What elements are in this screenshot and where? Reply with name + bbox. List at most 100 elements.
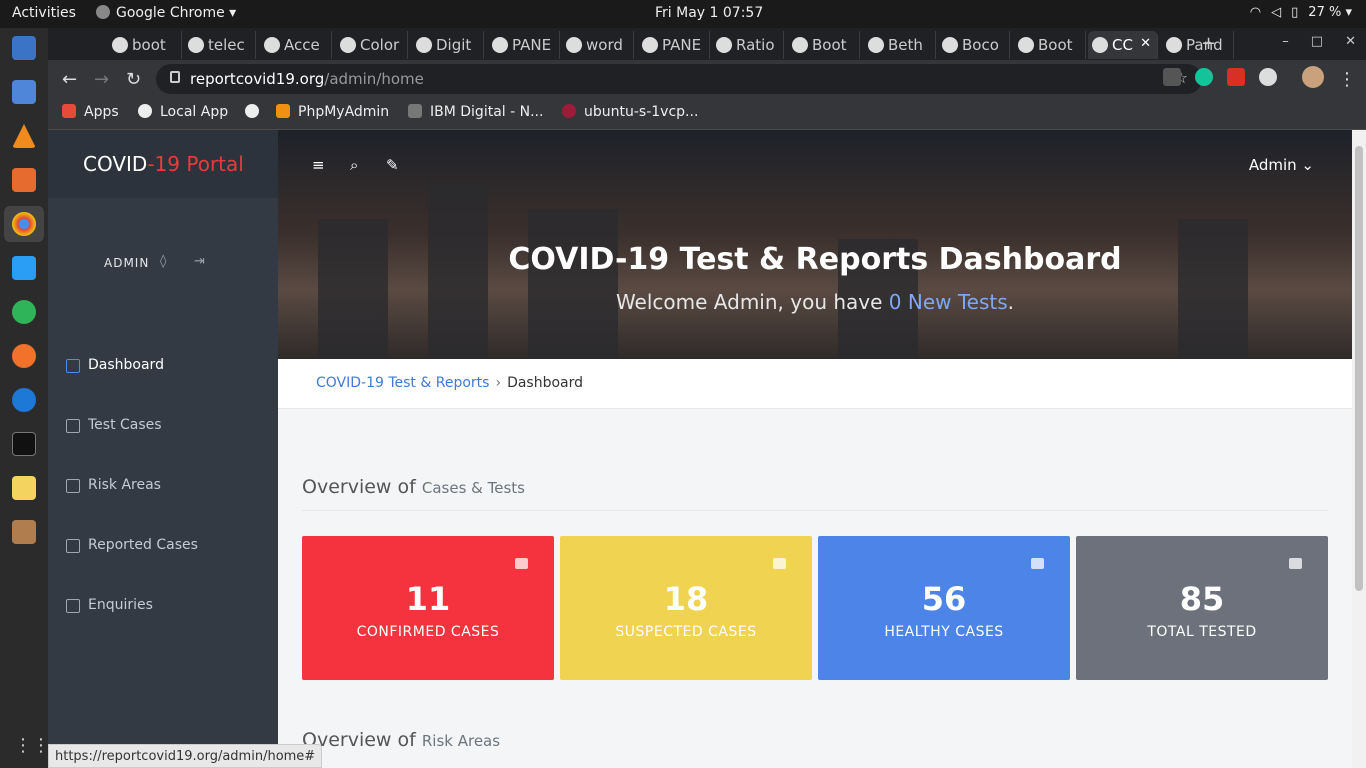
sidebar-item-risk-areas[interactable]: Risk Areas: [48, 455, 278, 515]
menu-item-icon: [66, 419, 80, 433]
clock[interactable]: Fri May 1 07:57: [655, 5, 763, 21]
show-apps-icon[interactable]: ⋮⋮: [14, 735, 50, 756]
battery-level: 27 %: [1308, 5, 1342, 20]
breadcrumb-root-link[interactable]: COVID-19 Test & Reports: [316, 375, 489, 391]
vlc-icon[interactable]: [12, 124, 36, 148]
stat-card-confirmed-cases[interactable]: 11 CONFIRMED CASES: [302, 536, 554, 680]
menu-item-icon: [66, 539, 80, 553]
extension-icon[interactable]: [1259, 68, 1277, 86]
home-icon: [66, 359, 80, 373]
skyline-building: [528, 209, 618, 359]
stat-card-total-tested[interactable]: 85 TOTAL TESTED: [1076, 536, 1328, 680]
new-tab-button[interactable]: +: [1201, 33, 1216, 54]
users-icon: [1289, 558, 1302, 569]
browser-tab[interactable]: word: [562, 31, 634, 59]
stat-value: 56: [921, 580, 967, 618]
files-icon[interactable]: [12, 36, 36, 60]
forward-icon[interactable]: →: [94, 69, 109, 90]
window-controls: – □ ✕: [1260, 34, 1356, 49]
vscode-icon[interactable]: [12, 256, 36, 280]
admin-dropdown[interactable]: Admin ⌄: [1249, 156, 1314, 174]
tab-favicon: [112, 37, 128, 53]
system-tray[interactable]: ◠ ◁ ▯ 27 % ▾: [1240, 5, 1352, 20]
stat-label: TOTAL TESTED: [1147, 624, 1257, 640]
new-tests-link[interactable]: 0 New Tests: [889, 290, 1008, 314]
sidebar-item-dashboard[interactable]: Dashboard: [48, 335, 278, 395]
theme-drop-icon[interactable]: ◊: [160, 254, 167, 269]
browser-tab[interactable]: boot: [108, 31, 182, 59]
globe-icon: [245, 104, 259, 118]
lock-icon: [170, 71, 180, 83]
breadcrumb-current: Dashboard: [507, 375, 584, 391]
sidebar-item-reported-cases[interactable]: Reported Cases: [48, 515, 278, 575]
tab-favicon: [642, 37, 658, 53]
bookmark-ibm[interactable]: IBM Digital - N...: [408, 104, 543, 120]
stat-card-healthy-cases[interactable]: 56 HEALTHY CASES: [818, 536, 1070, 680]
bookmark-apps[interactable]: Apps: [62, 104, 119, 120]
browser-tab[interactable]: PANE: [638, 31, 710, 59]
browser-tab[interactable]: Color: [336, 31, 408, 59]
browser-tab[interactable]: PANE: [488, 31, 560, 59]
browser-tab[interactable]: Boot: [1014, 31, 1086, 59]
stat-value: 18: [663, 580, 709, 618]
browser-tab[interactable]: Boot: [788, 31, 860, 59]
chrome-menu-icon[interactable]: ⋮: [1338, 69, 1356, 90]
brand-logo[interactable]: COVID-19 Portal: [48, 130, 278, 198]
address-bar[interactable]: reportcovid19.org/admin/home ☆: [156, 64, 1202, 94]
page-scrollbar[interactable]: [1352, 130, 1366, 768]
profile-avatar[interactable]: [1302, 66, 1324, 88]
chrome-icon[interactable]: [12, 212, 36, 236]
software-center-icon[interactable]: [12, 168, 36, 192]
sidebar-item-test-cases[interactable]: Test Cases: [48, 395, 278, 455]
browser-tab[interactable]: Boco: [938, 31, 1010, 59]
close-tab-icon[interactable]: ✕: [1140, 36, 1151, 51]
wrench-icon[interactable]: ✎: [386, 156, 399, 174]
minimize-icon[interactable]: –: [1282, 34, 1289, 49]
maximize-icon[interactable]: □: [1311, 34, 1323, 49]
stat-label: HEALTHY CASES: [884, 624, 1004, 640]
bookmark-phpmyadmin[interactable]: PhpMyAdmin: [276, 104, 389, 120]
sidebar-item-enquiries[interactable]: Enquiries: [48, 575, 278, 635]
text-editor-icon[interactable]: [12, 476, 36, 500]
gnome-top-bar: Activities Google Chrome ▾ Fri May 1 07:…: [0, 0, 1366, 28]
volume-icon: ◁: [1271, 5, 1282, 20]
browser-tab[interactable]: Digit: [412, 31, 484, 59]
bookmark-globe[interactable]: [245, 104, 267, 120]
todo-extension-icon[interactable]: [1227, 68, 1245, 86]
close-window-icon[interactable]: ✕: [1345, 34, 1356, 49]
browser-tab[interactable]: Acce: [260, 31, 332, 59]
teamviewer-icon[interactable]: [12, 388, 36, 412]
activities-button[interactable]: Activities: [12, 5, 76, 21]
archive-manager-icon[interactable]: [12, 520, 36, 544]
bookmark-ubuntu[interactable]: ubuntu-s-1vcp...: [562, 104, 698, 120]
app-menu[interactable]: Google Chrome ▾: [96, 5, 236, 21]
document-icon[interactable]: [12, 80, 36, 104]
bookmark-local-app[interactable]: Local App: [138, 104, 228, 120]
browser-tab[interactable]: telec: [184, 31, 256, 59]
grammarly-icon[interactable]: [1195, 68, 1213, 86]
main-content: ≡ ⌕ ✎ Admin ⌄ COVID-19 Test & Reports Da…: [278, 130, 1352, 768]
navigation-bar: ← → ↻ reportcovid19.org/admin/home ☆ ⋮: [48, 60, 1366, 98]
tab-favicon: [492, 37, 508, 53]
firefox-icon[interactable]: [12, 344, 36, 368]
browser-tab[interactable]: Pand: [1162, 31, 1234, 59]
extension-cube-icon[interactable]: [1163, 68, 1181, 86]
stat-card-suspected-cases[interactable]: 18 SUSPECTED CASES: [560, 536, 812, 680]
terminal-icon[interactable]: [12, 432, 36, 456]
globe-icon: [138, 104, 152, 118]
menu-toggle-icon[interactable]: ≡: [312, 156, 325, 174]
sidebar-menu: Dashboard Test Cases Risk Areas Reported Ca…: [48, 335, 278, 635]
tab-strip: boot telec Acce Color Digit PANE word PANE Ratio…: [48, 28, 1366, 60]
back-icon[interactable]: ←: [62, 69, 77, 90]
scrollbar-thumb[interactable]: [1355, 146, 1363, 591]
whatsapp-icon[interactable]: [12, 300, 36, 324]
browser-tab[interactable]: Ratio: [712, 31, 784, 59]
browser-tab[interactable]: Beth: [864, 31, 936, 59]
tab-favicon: [566, 37, 582, 53]
search-icon[interactable]: ⌕: [350, 156, 358, 174]
reload-icon[interactable]: ↻: [126, 69, 141, 90]
chevron-down-icon: ⌄: [1301, 156, 1314, 174]
browser-tab[interactable]: CC ✕: [1088, 31, 1158, 59]
top-nav: ≡ ⌕ ✎ Admin ⌄: [278, 130, 1352, 198]
logout-icon[interactable]: ⇥: [194, 254, 206, 269]
